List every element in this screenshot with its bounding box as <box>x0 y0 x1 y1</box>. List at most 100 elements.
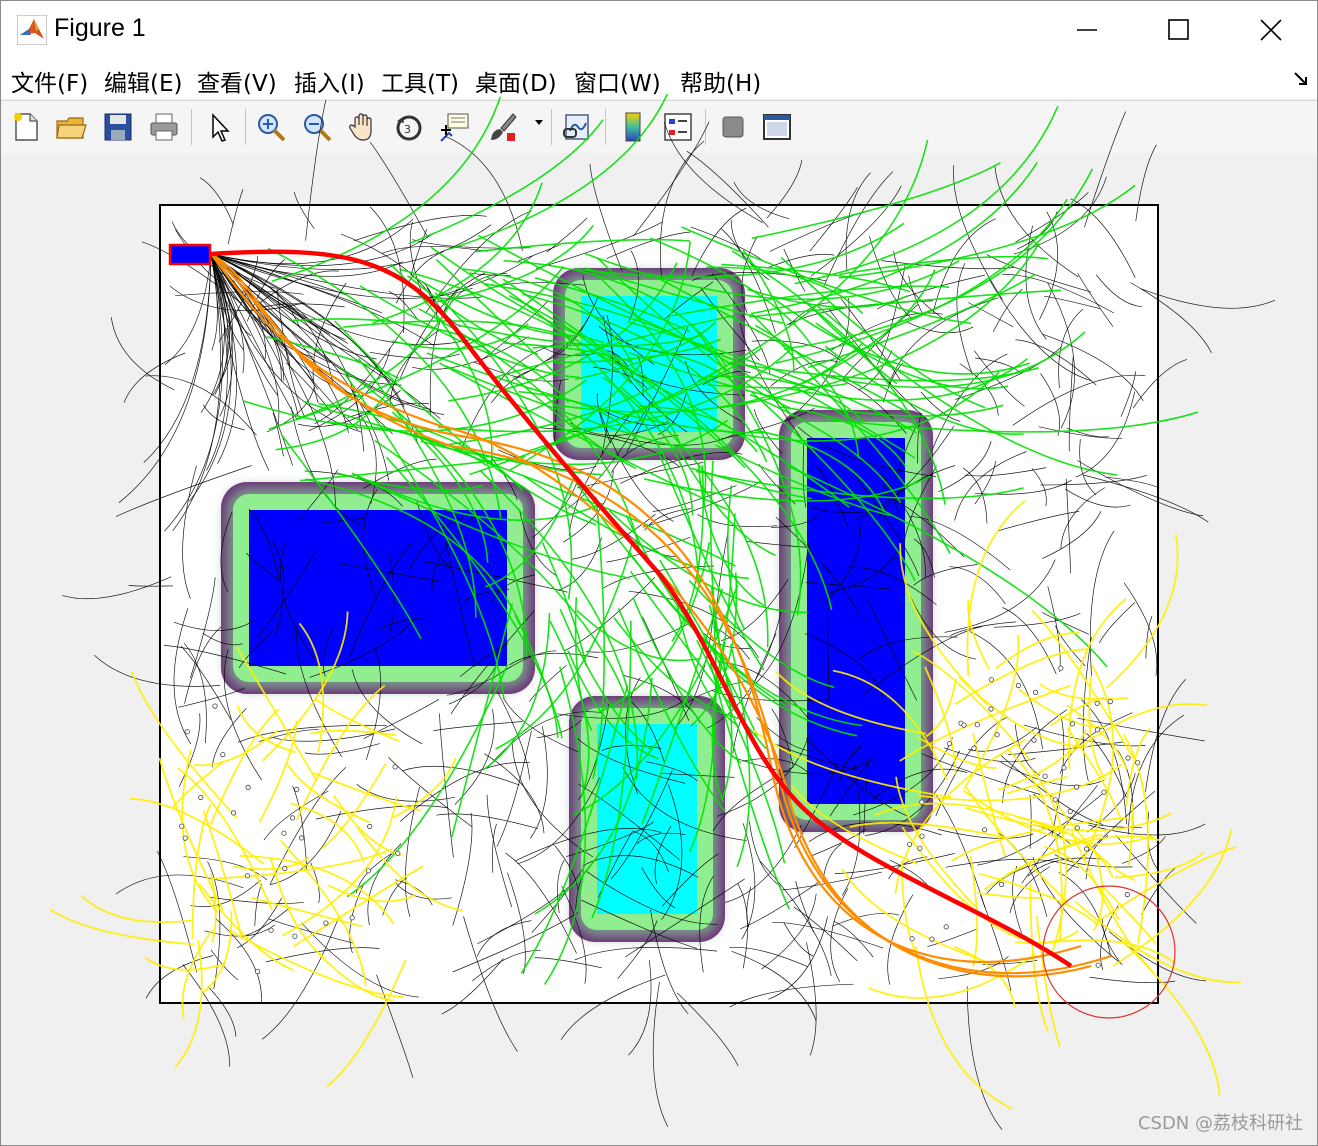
menu-help[interactable]: 帮助(H) <box>680 64 761 98</box>
tree-branch <box>1002 273 1115 314</box>
edit-pointer-button[interactable] <box>201 109 237 145</box>
tree-branch <box>164 253 223 532</box>
menu-file[interactable]: 文件(F) <box>11 64 88 98</box>
toolbar-separator <box>191 109 192 145</box>
tree-branch <box>190 879 261 908</box>
tree-node-marker <box>392 764 398 770</box>
pan-hand-icon <box>349 113 372 141</box>
tree-node-marker <box>988 706 994 712</box>
tree-branch <box>1040 373 1060 436</box>
tree-branch <box>992 288 1023 332</box>
tree-node-marker <box>255 968 261 975</box>
maximize-button[interactable] <box>1133 1 1225 59</box>
tree-branch <box>927 928 978 947</box>
tree-branch <box>214 917 262 1004</box>
tree-node-marker <box>184 729 190 735</box>
tree-node-marker <box>245 784 251 791</box>
tree-node-marker <box>974 722 980 728</box>
tree-node-marker <box>1058 665 1064 671</box>
menu-edit[interactable]: 编辑(E) <box>104 64 182 98</box>
tree-node-marker <box>909 936 915 942</box>
tree-node-marker <box>919 799 925 805</box>
tree-branch <box>1042 511 1102 559</box>
tree-branch <box>173 608 192 745</box>
rotate-3d-button[interactable]: 3 <box>391 109 427 145</box>
save-button[interactable] <box>100 109 136 145</box>
tree-branch <box>725 824 802 903</box>
tree-branch <box>486 794 513 908</box>
open-file-icon <box>56 117 87 139</box>
start-vehicle <box>168 243 212 266</box>
edit-pointer-icon <box>212 113 230 142</box>
menu-desktop[interactable]: 桌面(D) <box>475 64 557 98</box>
colorbar-button[interactable] <box>615 109 651 145</box>
tree-branch <box>145 375 257 436</box>
tree-branch <box>546 217 588 253</box>
link-plot-button[interactable] <box>559 109 595 145</box>
minimize-icon <box>1077 29 1097 31</box>
menu-insert[interactable]: 插入(I) <box>294 64 365 98</box>
zoom-in-button[interactable] <box>253 109 289 145</box>
tree-branch <box>1123 582 1158 676</box>
tree-node-marker <box>294 786 300 793</box>
plot-axes[interactable] <box>50 93 1276 1130</box>
menu-view[interactable]: 查看(V) <box>197 64 277 98</box>
tree-node-marker <box>299 835 305 841</box>
tree-branch <box>1029 794 1032 849</box>
tree-node-marker <box>906 841 913 847</box>
colorbar-icon <box>625 112 641 142</box>
tree-branch <box>254 883 263 927</box>
tree-branch <box>268 918 354 944</box>
brush-dropdown-button[interactable] <box>533 113 545 143</box>
yellow-branch <box>229 930 404 999</box>
yellow-branch <box>977 892 1043 899</box>
tree-node-marker <box>1094 700 1100 706</box>
hide-plot-tools-button[interactable] <box>715 109 751 145</box>
tree-node-marker <box>244 873 251 879</box>
data-cursor-button[interactable] <box>437 109 473 145</box>
minimize-button[interactable] <box>1041 1 1133 59</box>
pan-button[interactable] <box>345 109 381 145</box>
tree-branch <box>436 813 539 830</box>
zoom-out-button[interactable] <box>299 109 335 145</box>
tree-branch <box>534 957 602 969</box>
tree-node-marker <box>1094 727 1101 733</box>
tree-branch <box>1087 773 1136 833</box>
tree-branch <box>476 920 532 957</box>
yellow-branch <box>967 599 990 670</box>
tree-node-marker <box>1095 962 1101 968</box>
tree-branch <box>502 697 580 753</box>
print-icon <box>150 113 178 141</box>
tree-branch <box>395 879 433 906</box>
show-plot-tools-button[interactable] <box>759 109 795 145</box>
legend-button[interactable] <box>660 109 696 145</box>
tree-branch <box>395 882 452 900</box>
tree-node-marker <box>1031 737 1037 743</box>
tree-node-marker <box>1061 765 1067 771</box>
close-button[interactable] <box>1225 1 1317 59</box>
open-file-button[interactable] <box>53 109 89 145</box>
yellow-branch <box>312 772 421 812</box>
tree-node-marker <box>1067 808 1073 815</box>
tree-branch <box>1012 865 1022 934</box>
yellow-branch <box>321 763 387 850</box>
menu-tools[interactable]: 工具(T) <box>381 64 459 98</box>
brush-icon <box>491 113 517 141</box>
tree-branch <box>496 730 532 847</box>
tree-node-marker <box>292 933 298 939</box>
green-branch <box>839 255 1049 276</box>
brush-button[interactable] <box>485 109 521 145</box>
tree-node-marker <box>182 835 188 841</box>
tree-node-marker <box>268 927 274 933</box>
tree-branch <box>608 514 676 558</box>
new-figure-button[interactable] <box>8 109 44 145</box>
tree-branch <box>887 894 914 985</box>
tree-node-marker <box>919 833 925 839</box>
print-button[interactable] <box>146 109 182 145</box>
menu-window[interactable]: 窗口(W) <box>574 64 661 98</box>
tree-node-marker <box>961 722 967 728</box>
tree-node-marker <box>988 677 994 683</box>
yellow-branch <box>1102 886 1158 945</box>
dock-arrow-icon[interactable] <box>1293 71 1309 87</box>
hide-plot-tools-icon <box>722 116 744 138</box>
